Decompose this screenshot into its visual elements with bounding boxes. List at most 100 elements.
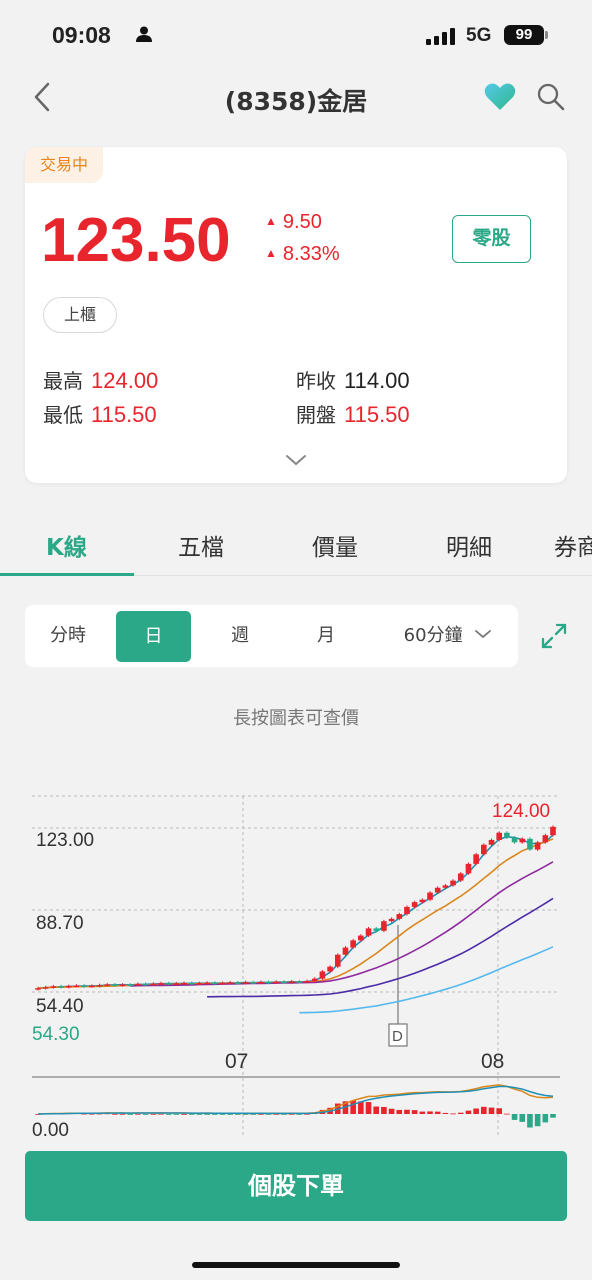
tab-order-book[interactable]: 五檔 [178, 528, 224, 562]
candle-body [511, 837, 518, 843]
macd-bar [127, 1114, 134, 1115]
candle-body [450, 880, 456, 886]
macd-bar [488, 1107, 495, 1114]
macd-bar [550, 1114, 556, 1118]
candle-body [296, 981, 303, 983]
candle-body [288, 981, 295, 983]
period-week[interactable]: 週 [207, 605, 273, 667]
tab-active-indicator [0, 573, 134, 576]
macd-bar [150, 1113, 157, 1115]
period-intraday[interactable]: 分時 [35, 605, 101, 667]
candle-body [42, 987, 49, 989]
candle-body [365, 928, 372, 936]
fullscreen-icon[interactable] [540, 622, 568, 650]
candle-body [211, 982, 218, 985]
search-icon[interactable] [536, 82, 566, 112]
bottom-bar: 個股下單 [0, 1138, 592, 1280]
chevron-down-icon [475, 630, 492, 639]
ma20-line [130, 861, 554, 987]
candle-body [350, 940, 356, 948]
macd-bar [196, 1114, 203, 1115]
candle-body [273, 981, 280, 984]
candle-body [173, 983, 180, 985]
high-label: 最高 [43, 369, 83, 393]
candle-body [427, 892, 433, 900]
quote-card: 交易中 123.50 ▲ 9.50 ▲ 8.33% 零股 上櫃 最高 124.00 最… [25, 147, 567, 483]
price-change-percent: ▲ 8.33% [265, 243, 340, 265]
candle-body [235, 982, 241, 984]
macd-bar [165, 1114, 172, 1115]
max-price-label: 124.00 [492, 801, 550, 822]
candle-body [73, 985, 80, 988]
network-type: 5G [466, 25, 492, 46]
odd-lot-button[interactable]: 零股 [452, 215, 531, 263]
candle-body [334, 954, 341, 967]
candle-body [465, 863, 472, 874]
candle-body [388, 918, 395, 922]
candle-body [265, 981, 272, 984]
candle-body [188, 982, 195, 985]
candle-body [196, 983, 203, 985]
period-60min[interactable]: 60分鐘 [383, 605, 513, 667]
macd-bar [242, 1114, 249, 1115]
candle-body [519, 838, 526, 843]
candle-body [65, 986, 72, 988]
macd-bar [481, 1106, 487, 1114]
candle-body [242, 982, 249, 984]
open-label: 開盤 [296, 403, 336, 427]
favorite-heart-icon[interactable] [484, 82, 516, 112]
tab-kline[interactable]: K線 [46, 528, 87, 562]
market-badge: 上櫃 [43, 297, 117, 333]
candle-body [96, 985, 103, 987]
candle-body [319, 971, 326, 979]
order-button[interactable]: 個股下單 [25, 1151, 567, 1221]
tab-brokers[interactable]: 券商 [554, 528, 592, 562]
candle-body [281, 981, 287, 984]
tab-price-volume[interactable]: 價量 [312, 528, 358, 562]
candle-body [81, 985, 87, 988]
candle-body [258, 981, 264, 984]
marker-label: D [392, 1028, 403, 1045]
macd-bar [496, 1108, 502, 1114]
prev-close-stat: 昨收 114.00 [296, 365, 410, 394]
candle-body [550, 826, 556, 836]
period-day[interactable]: 日 [116, 611, 191, 662]
candle-body [311, 978, 318, 982]
macd-bar [396, 1109, 403, 1114]
candle-body [304, 981, 310, 983]
macd-bar [411, 1110, 418, 1114]
candle-body [457, 873, 464, 881]
battery-icon: 99 [504, 25, 544, 45]
prev-close-value: 114.00 [344, 368, 410, 393]
candle-body [404, 906, 410, 915]
macd-bar [365, 1102, 372, 1114]
period-60min-label: 60分鐘 [403, 625, 463, 646]
chevron-down-icon[interactable] [285, 453, 307, 467]
price-change-percent-value: 8.33% [282, 243, 340, 265]
candle-body [58, 986, 64, 988]
candle-body [381, 921, 387, 931]
candle-body [396, 914, 403, 919]
y-tick-bottom: 54.40 [36, 996, 84, 1017]
macd-bar [188, 1114, 195, 1115]
price-change: ▲ 9.50 [265, 211, 322, 233]
macd-bar [519, 1114, 526, 1122]
candle-body [411, 902, 418, 907]
candle-body [527, 838, 533, 850]
candle-body [150, 983, 157, 986]
candle-body [496, 832, 502, 840]
candle-body [104, 984, 110, 986]
high-value: 124.00 [91, 368, 159, 393]
macd-bar [450, 1113, 456, 1115]
status-bar: 09:08 5G 99 [0, 0, 592, 70]
candle-body [204, 982, 210, 985]
current-price: 123.50 [41, 206, 231, 275]
status-time: 09:08 [52, 22, 111, 48]
macd-bar [427, 1111, 433, 1114]
tab-details[interactable]: 明細 [446, 528, 492, 562]
kline-chart[interactable]: 123.00 88.70 54.40 54.30 124.00 07 08 0.… [0, 770, 592, 1140]
macd-bar [181, 1113, 187, 1115]
macd-bar [158, 1113, 164, 1115]
period-month[interactable]: 月 [293, 605, 359, 667]
low-stat: 最低 115.50 [43, 399, 157, 428]
